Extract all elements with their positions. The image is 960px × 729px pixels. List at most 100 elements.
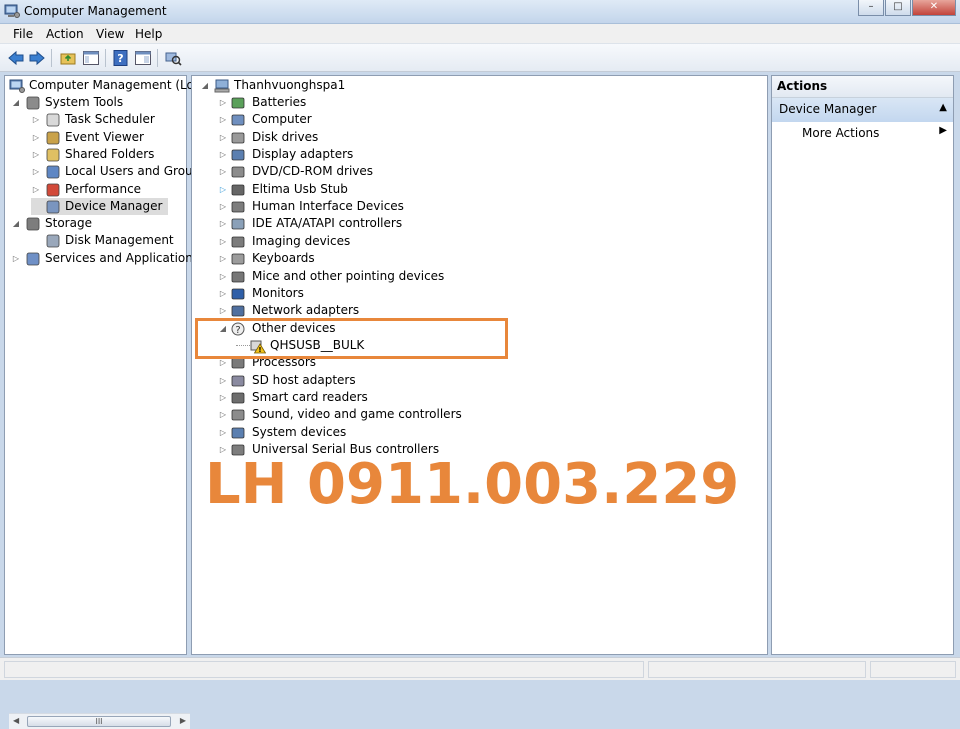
expand-arrow-icon[interactable]: ▷ <box>218 406 228 423</box>
menu-file[interactable]: File <box>13 27 33 41</box>
tree-item-label: Device Manager <box>65 198 163 213</box>
tree-item-label: Task Scheduler <box>65 112 155 127</box>
device-category-label: IDE ATA/ATAPI controllers <box>252 216 403 231</box>
tree-item-label: Services and Applications <box>45 250 200 265</box>
device-category-label: System devices <box>252 424 347 439</box>
collapse-arrow-icon[interactable]: ◢ <box>11 94 21 111</box>
device-category-icon <box>231 219 245 230</box>
menu-action[interactable]: Action <box>46 27 84 41</box>
expand-arrow-icon[interactable]: ▷ <box>218 111 228 128</box>
expand-arrow-icon[interactable]: ▷ <box>218 250 228 267</box>
actions-section-device-manager[interactable]: Device Manager ▲ <box>772 98 953 122</box>
title-bar: Computer Management – □ ✕ <box>0 0 960 24</box>
expand-arrow-icon[interactable]: ▷ <box>218 198 228 215</box>
forward-arrow-icon[interactable] <box>28 49 46 67</box>
device-category-label: Computer <box>252 112 312 127</box>
device-category-icon <box>231 253 245 265</box>
device-category-label: Mice and other pointing devices <box>252 268 445 283</box>
up-folder-icon[interactable] <box>59 49 77 67</box>
tree-item-label: Local Users and Groups <box>65 164 207 179</box>
collapse-arrow-icon[interactable]: ◢ <box>200 77 210 94</box>
device-category-icon <box>231 375 245 386</box>
expand-arrow-icon[interactable]: ▷ <box>218 94 228 111</box>
computer-management-icon <box>4 4 20 18</box>
expand-arrow-icon[interactable]: ▷ <box>218 268 228 285</box>
device-category-label: Human Interface Devices <box>252 199 404 214</box>
device-category-icon <box>231 271 245 282</box>
scrollbar-thumb[interactable]: III <box>27 716 171 727</box>
expand-arrow-icon[interactable]: ▷ <box>31 181 41 198</box>
minimize-button[interactable]: – <box>858 0 884 16</box>
device-category-icon <box>231 132 245 144</box>
device-category-label: Disk drives <box>252 129 319 144</box>
scroll-right-icon[interactable]: ▶ <box>180 716 186 725</box>
expand-arrow-icon[interactable]: ▷ <box>218 146 228 163</box>
expand-arrow-icon[interactable]: ▷ <box>218 129 228 146</box>
scroll-left-icon[interactable]: ◀ <box>13 716 19 725</box>
device-category-icon <box>231 409 245 421</box>
status-panel <box>870 661 956 678</box>
computer-icon <box>214 79 230 93</box>
scan-hardware-icon[interactable] <box>164 49 182 67</box>
expand-arrow-icon[interactable]: ▷ <box>31 129 41 146</box>
expand-arrow-icon[interactable]: ▷ <box>31 163 41 180</box>
device-category-icon <box>231 97 245 109</box>
back-arrow-icon[interactable] <box>7 49 25 67</box>
properties-pane-icon[interactable] <box>134 49 152 67</box>
tree-item-label: Shared Folders <box>65 146 155 161</box>
menu-bar: File Action View Help <box>0 24 960 44</box>
tree-item-device-manager[interactable]: Device Manager <box>31 197 168 215</box>
performance-icon <box>46 183 60 196</box>
shared-folders-icon <box>46 148 60 162</box>
toolbar: ? <box>0 44 960 72</box>
device-category-icon <box>231 427 245 439</box>
expand-arrow-icon[interactable]: ▷ <box>31 146 41 163</box>
expand-arrow-icon[interactable]: ▷ <box>218 302 228 319</box>
expand-arrow-icon[interactable]: ▷ <box>218 215 228 232</box>
collapse-up-icon[interactable]: ▲ <box>939 102 947 113</box>
maximize-button[interactable]: □ <box>885 0 911 16</box>
device-category-label: DVD/CD-ROM drives <box>252 164 374 179</box>
tree-item-label: Storage <box>45 216 92 231</box>
expand-arrow-icon[interactable]: ▷ <box>218 389 228 406</box>
device-category-label: Eltima Usb Stub <box>252 181 348 196</box>
expand-arrow-icon[interactable]: ▷ <box>218 163 228 180</box>
device-category-icon <box>231 288 245 300</box>
submenu-arrow-icon[interactable]: ▶ <box>939 125 947 136</box>
status-panel <box>648 661 866 678</box>
device-category-label: Network adapters <box>252 303 360 318</box>
contact-phone-overlay: LH 0911.003.229 <box>205 452 740 517</box>
menu-help[interactable]: Help <box>135 27 162 41</box>
menu-view[interactable]: View <box>96 27 124 41</box>
device-category-icon <box>231 201 245 213</box>
expand-arrow-icon[interactable]: ▷ <box>31 111 41 128</box>
help-icon[interactable]: ? <box>112 49 130 67</box>
collapse-arrow-icon[interactable]: ◢ <box>11 215 21 232</box>
close-button[interactable]: ✕ <box>912 0 956 16</box>
device-category-icon <box>231 149 245 161</box>
services-icon <box>26 252 40 266</box>
svg-text:?: ? <box>117 52 123 65</box>
expand-arrow-icon[interactable]: ▷ <box>11 250 21 267</box>
status-bar <box>0 657 960 680</box>
expand-arrow-icon[interactable]: ▷ <box>218 285 228 302</box>
navigation-tree-pane: Computer Management (Local ◢ System Tools… <box>4 75 211 729</box>
clock-icon <box>46 113 60 127</box>
tree-item-label: System Tools <box>45 95 124 109</box>
more-actions-link[interactable]: More Actions <box>802 126 879 140</box>
device-category-icon <box>231 392 245 404</box>
device-category-label: Display adapters <box>252 147 354 162</box>
expand-arrow-icon[interactable]: ▷ <box>218 181 228 198</box>
expand-arrow-icon[interactable]: ▷ <box>218 424 228 441</box>
tools-icon <box>26 96 40 110</box>
expand-arrow-icon[interactable]: ▷ <box>218 372 228 389</box>
device-category-label: Monitors <box>252 285 304 300</box>
expand-arrow-icon[interactable]: ▷ <box>218 233 228 250</box>
window-title: Computer Management <box>24 4 167 18</box>
show-hide-tree-icon[interactable] <box>82 49 100 67</box>
horizontal-scrollbar[interactable]: ◀ III ▶ <box>9 713 190 729</box>
computer-management-icon <box>9 79 25 93</box>
device-category-label: Sound, video and game controllers <box>252 407 462 422</box>
tree-root-label: Computer Management (Local <box>29 78 212 92</box>
device-category-label: Keyboards <box>252 251 315 266</box>
